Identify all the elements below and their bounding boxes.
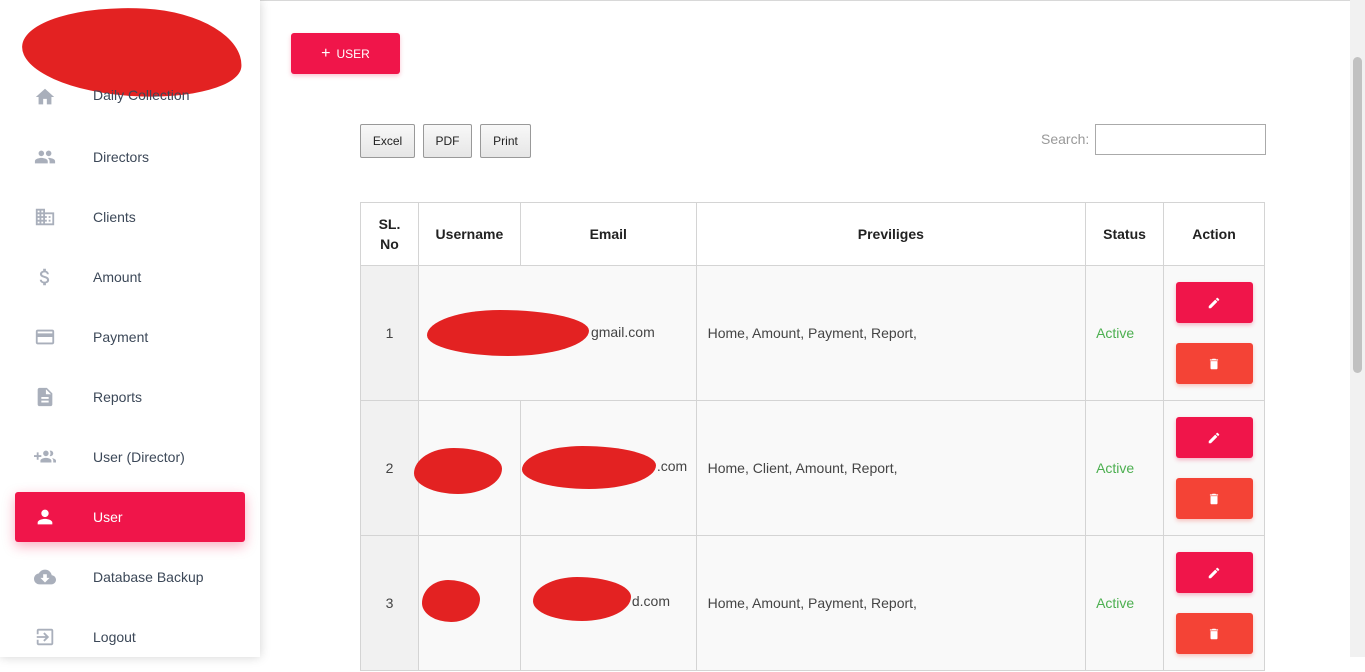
row-sl: 3 xyxy=(360,535,419,671)
search-label: Search: xyxy=(1041,131,1090,147)
sidebar-item-label: Directors xyxy=(93,149,150,165)
pencil-icon xyxy=(1208,567,1220,578)
row-email: d.com xyxy=(519,535,697,671)
email-visible: gmail.com xyxy=(590,324,655,340)
row-username xyxy=(413,400,521,536)
users-table: SL. No Username Email Previliges Status … xyxy=(360,202,1265,671)
delete-button[interactable] xyxy=(1175,343,1253,384)
row-privileges: Home, Amount, Payment, Report, xyxy=(695,535,1087,671)
row-status: Active xyxy=(1085,400,1164,536)
exit-icon xyxy=(33,625,57,649)
main-content: + USER Excel PDF Print Search: SL. No Us… xyxy=(260,0,1350,671)
trash-icon xyxy=(1209,628,1219,639)
sidebar-nav: Daily Collection Directors Clients Amoun… xyxy=(15,72,245,672)
sidebar-item-user[interactable]: User xyxy=(15,492,245,542)
table-row: 2 .com Home, Client, Amount, Report, Act… xyxy=(360,400,1265,536)
group-add-icon xyxy=(33,445,57,469)
header-privileges[interactable]: Previliges xyxy=(695,202,1087,266)
table-header-row: SL. No Username Email Previliges Status … xyxy=(360,202,1265,266)
pdf-button[interactable]: PDF xyxy=(423,124,472,158)
credit-card-icon xyxy=(33,325,57,349)
edit-button[interactable] xyxy=(1175,417,1253,458)
sidebar-item-label: Payment xyxy=(93,329,149,345)
header-email[interactable]: Email xyxy=(519,202,697,266)
pencil-icon xyxy=(1208,297,1220,308)
header-status[interactable]: Status xyxy=(1085,202,1164,266)
sidebar-item-label: Database Backup xyxy=(93,569,204,585)
email-redacted xyxy=(532,577,631,621)
print-button[interactable]: Print xyxy=(480,124,531,158)
sidebar-item-user-director[interactable]: User (Director) xyxy=(15,432,245,482)
sidebar-item-daily-collection[interactable]: Daily Collection xyxy=(15,72,245,122)
username-redacted xyxy=(413,448,502,494)
row-user-email: gmail.com xyxy=(417,265,697,401)
people-icon xyxy=(33,145,57,169)
row-actions xyxy=(1163,535,1265,671)
sidebar-item-label: Reports xyxy=(93,389,143,405)
cloud-download-icon xyxy=(33,565,57,589)
delete-button[interactable] xyxy=(1175,478,1253,519)
dollar-icon xyxy=(33,265,57,289)
row-sl: 2 xyxy=(360,400,419,536)
scrollbar-thumb[interactable] xyxy=(1353,57,1362,373)
sidebar-item-logout[interactable]: Logout xyxy=(15,612,245,662)
add-user-button[interactable]: + USER xyxy=(291,33,400,74)
edit-button[interactable] xyxy=(1175,552,1253,593)
row-sl: 1 xyxy=(360,265,419,401)
delete-button[interactable] xyxy=(1175,613,1253,654)
header-sl-no[interactable]: SL. No xyxy=(360,202,419,266)
table-row: 3 d.com Home, Amount, Payment, Report, A… xyxy=(360,535,1265,671)
sidebar-item-database-backup[interactable]: Database Backup xyxy=(15,552,245,602)
email-visible: d.com xyxy=(631,593,670,609)
row-privileges: Home, Client, Amount, Report, xyxy=(695,400,1087,536)
sidebar: Daily Collection Directors Clients Amoun… xyxy=(0,0,260,657)
sidebar-item-amount[interactable]: Amount xyxy=(15,252,245,302)
sidebar-item-directors[interactable]: Directors xyxy=(15,132,245,182)
row-actions xyxy=(1163,400,1265,536)
sidebar-item-label: Logout xyxy=(93,629,136,645)
row-status: Active xyxy=(1085,265,1164,401)
sidebar-item-reports[interactable]: Reports xyxy=(15,372,245,422)
header-username[interactable]: Username xyxy=(417,202,521,266)
row-actions xyxy=(1163,265,1265,401)
search-input[interactable] xyxy=(1095,124,1266,155)
plus-icon: + xyxy=(321,44,331,62)
row-privileges: Home, Amount, Payment, Report, xyxy=(695,265,1087,401)
sidebar-item-clients[interactable]: Clients xyxy=(15,192,245,242)
header-action: Action xyxy=(1163,202,1265,266)
email-redacted xyxy=(521,446,656,489)
row-username xyxy=(417,535,521,671)
row-email: .com xyxy=(519,400,697,536)
sidebar-item-label: Daily Collection xyxy=(93,87,190,103)
sidebar-item-label: Amount xyxy=(93,269,142,285)
person-icon xyxy=(33,505,57,529)
document-icon xyxy=(33,385,57,409)
row-status: Active xyxy=(1085,535,1164,671)
username-redacted xyxy=(421,580,480,622)
username-redacted xyxy=(426,310,589,356)
table-row: 1 gmail.com Home, Amount, Payment, Repor… xyxy=(360,265,1265,401)
edit-button[interactable] xyxy=(1175,282,1253,323)
trash-icon xyxy=(1209,493,1219,504)
excel-button[interactable]: Excel xyxy=(360,124,415,158)
email-visible: .com xyxy=(656,458,688,474)
sidebar-item-payment[interactable]: Payment xyxy=(15,312,245,362)
sidebar-item-label: User xyxy=(93,509,123,525)
pencil-icon xyxy=(1208,432,1220,443)
trash-icon xyxy=(1209,358,1219,369)
home-icon xyxy=(33,85,57,109)
building-icon xyxy=(33,205,57,229)
sidebar-item-label: Clients xyxy=(93,209,136,225)
add-user-label: USER xyxy=(336,46,370,61)
sidebar-item-label: User (Director) xyxy=(93,449,185,465)
